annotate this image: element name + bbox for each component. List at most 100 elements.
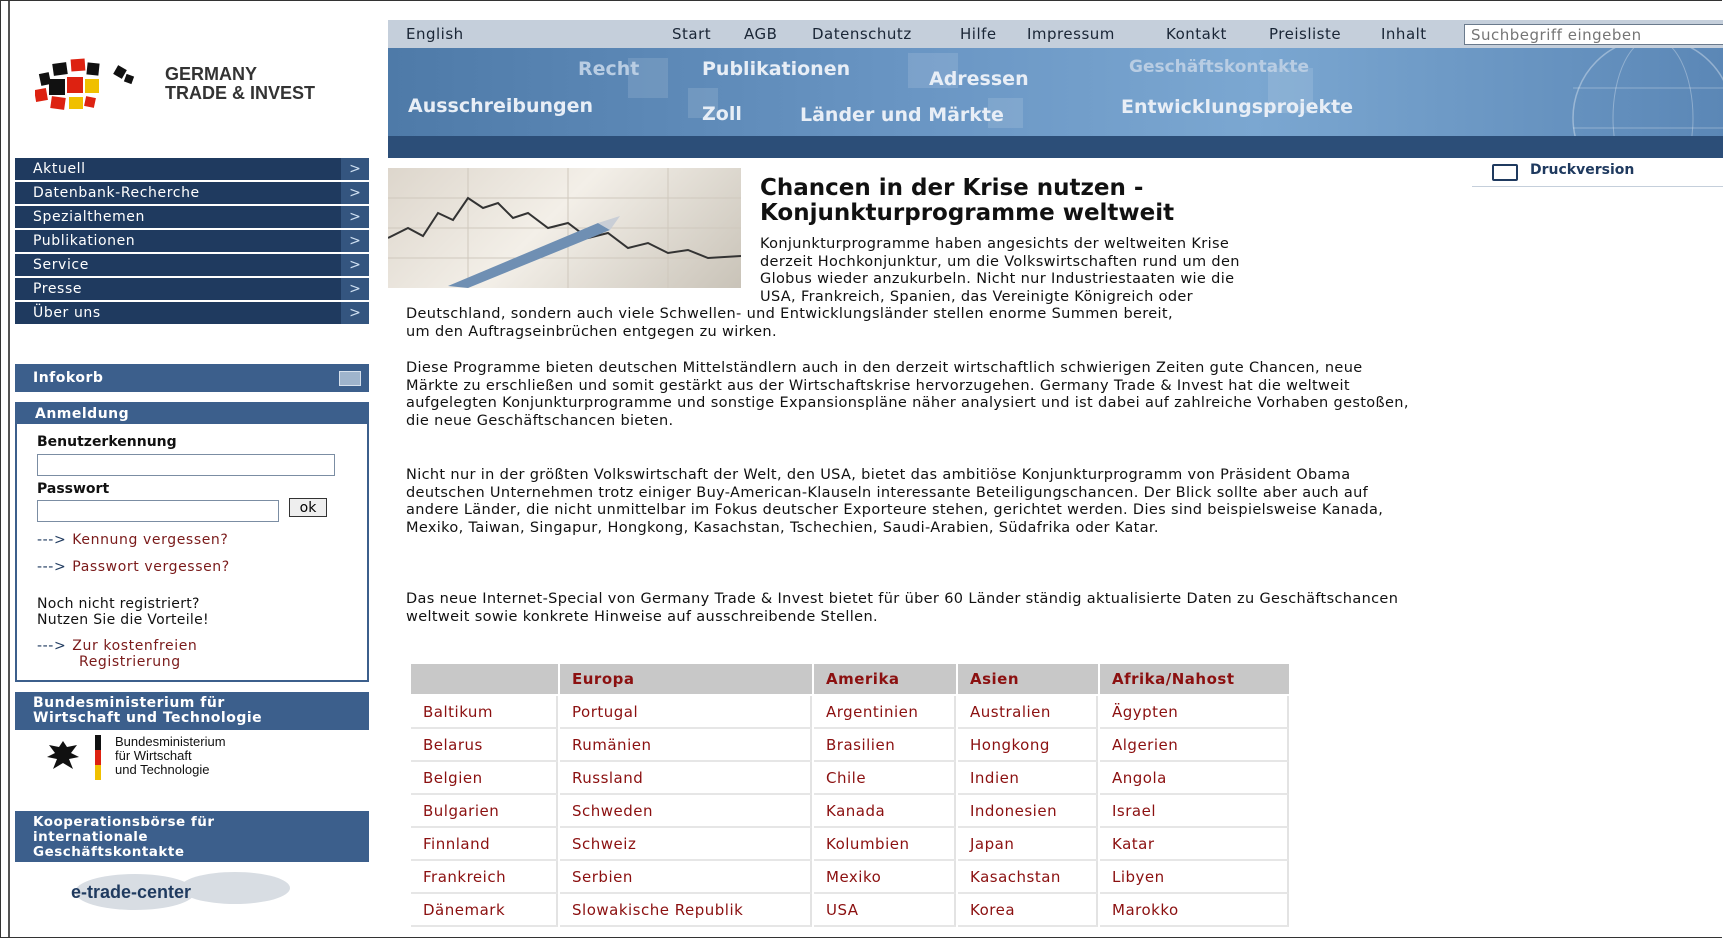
article-paragraph-2: Diese Programme bieten deutschen Mittels… (406, 360, 1409, 429)
country-link[interactable]: Schweiz (560, 828, 812, 861)
table-row: Frankreich Serbien Mexiko Kasachstan Lib… (411, 861, 1289, 894)
sidebar-item-publikationen[interactable]: Publikationen > (15, 230, 369, 252)
country-link[interactable]: Libyen (1100, 861, 1289, 894)
link-arrow-icon: ---> (37, 559, 67, 575)
country-link[interactable]: Kanada (814, 795, 956, 828)
country-link[interactable]: Australien (958, 696, 1098, 729)
forgot-id-link[interactable]: ---> Kennung vergessen? (37, 532, 228, 548)
forgot-password-link[interactable]: ---> Passwort vergessen? (37, 559, 230, 575)
banner-link-entwicklungsprojekte[interactable]: Entwicklungsprojekte (1121, 96, 1353, 118)
chevron-right-icon: > (341, 278, 369, 300)
stock-chart-image (388, 168, 741, 288)
bmwi-header[interactable]: Bundesministerium für Wirtschaft und Tec… (15, 692, 369, 730)
chart-pen-image (388, 168, 741, 288)
banner-link-geschaeftskontakte[interactable]: Geschäftskontakte (1129, 57, 1309, 77)
country-link[interactable]: USA (814, 894, 956, 927)
table-row: Baltikum Portugal Argentinien Australien… (411, 696, 1289, 729)
country-link[interactable]: Belgien (411, 762, 558, 795)
password-input[interactable] (37, 500, 279, 522)
language-link[interactable]: English (406, 25, 464, 43)
column-amerika: Amerika (814, 664, 956, 696)
country-link[interactable]: Kolumbien (814, 828, 956, 861)
table-row: Bulgarien Schweden Kanada Indonesien Isr… (411, 795, 1289, 828)
country-link[interactable]: Russland (560, 762, 812, 795)
column-afrika-nahost: Afrika/Nahost (1100, 664, 1289, 696)
banner-link-adressen[interactable]: Adressen (929, 68, 1029, 90)
country-link[interactable]: Belarus (411, 729, 558, 762)
country-link[interactable]: Bulgarien (411, 795, 558, 828)
banner-link-publikationen[interactable]: Publikationen (702, 58, 850, 80)
country-link[interactable]: Argentinien (814, 696, 956, 729)
article-intro: Konjunkturprogramme haben angesichts der… (760, 236, 1240, 305)
country-link[interactable]: Slowakische Republik (560, 894, 812, 927)
register-link[interactable]: ---> Zur kostenfreien Registrierung (37, 638, 197, 670)
koop-header[interactable]: Kooperationsbörse für internationale Ges… (15, 811, 369, 863)
country-link[interactable]: Finnland (411, 828, 558, 861)
country-link[interactable]: Portugal (560, 696, 812, 729)
country-link[interactable]: Chile (814, 762, 956, 795)
sidebar-item-datenbank[interactable]: Datenbank-Recherche > (15, 182, 369, 204)
table-row: Belarus Rumänien Brasilien Hongkong Alge… (411, 729, 1289, 762)
banner-link-recht[interactable]: Recht (578, 58, 639, 80)
country-link[interactable]: Ägypten (1100, 696, 1289, 729)
e-trade-center-label: e-trade-center (71, 882, 192, 902)
country-link[interactable]: Dänemark (411, 894, 558, 927)
banner-link-zoll[interactable]: Zoll (702, 103, 742, 125)
sidebar-item-ueber-uns[interactable]: Über uns > (15, 302, 369, 324)
country-link[interactable]: Baltikum (411, 696, 558, 729)
top-link-agb[interactable]: AGB (744, 25, 777, 43)
sidebar-item-presse[interactable]: Presse > (15, 278, 369, 300)
country-link[interactable]: Serbien (560, 861, 812, 894)
country-link[interactable]: Mexiko (814, 861, 956, 894)
country-link[interactable]: Indonesien (958, 795, 1098, 828)
table-row: Belgien Russland Chile Indien Angola (411, 762, 1289, 795)
top-link-start[interactable]: Start (672, 25, 711, 43)
password-label: Passwort (37, 481, 110, 497)
bmwi-logo[interactable]: Bundesministerium für Wirtschaft und Tec… (40, 735, 290, 797)
sidebar-item-service[interactable]: Service > (15, 254, 369, 276)
country-table: Europa Amerika Asien Afrika/Nahost Balti… (409, 664, 1291, 927)
banner-link-laender[interactable]: Länder und Märkte (800, 104, 1004, 126)
eagle-icon (47, 741, 79, 769)
username-input[interactable] (37, 454, 335, 476)
world-map-icon (75, 872, 290, 910)
country-link[interactable]: Katar (1100, 828, 1289, 861)
country-link[interactable]: Israel (1100, 795, 1289, 828)
top-link-preisliste[interactable]: Preisliste (1269, 25, 1341, 43)
link-arrow-icon: ---> (37, 638, 67, 654)
country-link[interactable]: Brasilien (814, 729, 956, 762)
top-link-kontakt[interactable]: Kontakt (1166, 25, 1227, 43)
chevron-right-icon: > (341, 182, 369, 204)
country-link[interactable]: Indien (958, 762, 1098, 795)
country-link[interactable]: Hongkong (958, 729, 1098, 762)
sidebar-item-spezialthemen[interactable]: Spezialthemen > (15, 206, 369, 228)
gtai-logo[interactable]: GERMANY TRADE & INVEST (35, 55, 365, 125)
country-link[interactable]: Frankreich (411, 861, 558, 894)
top-link-datenschutz[interactable]: Datenschutz (812, 25, 912, 43)
country-link[interactable]: Rumänien (560, 729, 812, 762)
country-link[interactable]: Schweden (560, 795, 812, 828)
chevron-right-icon: > (341, 206, 369, 228)
top-link-inhalt[interactable]: Inhalt (1381, 25, 1427, 43)
country-link[interactable]: Algerien (1100, 729, 1289, 762)
country-link[interactable]: Marokko (1100, 894, 1289, 927)
country-link[interactable]: Angola (1100, 762, 1289, 795)
country-link[interactable]: Kasachstan (958, 861, 1098, 894)
top-link-impressum[interactable]: Impressum (1027, 25, 1115, 43)
e-trade-center-banner[interactable]: e-trade-center (15, 862, 369, 922)
username-label: Benutzerkennung (37, 434, 177, 450)
search-input[interactable] (1464, 24, 1723, 45)
banner-nav: Recht Publikationen Adressen Geschäftsko… (388, 48, 1723, 158)
chevron-right-icon: > (341, 254, 369, 276)
banner-link-ausschreibungen[interactable]: Ausschreibungen (408, 95, 593, 117)
chevron-right-icon: > (341, 302, 369, 324)
sidebar-item-aktuell[interactable]: Aktuell > (15, 158, 369, 180)
login-ok-button[interactable]: ok (289, 498, 327, 517)
top-link-hilfe[interactable]: Hilfe (960, 25, 997, 43)
link-arrow-icon: ---> (37, 532, 67, 548)
country-link[interactable]: Korea (958, 894, 1098, 927)
country-link[interactable]: Japan (958, 828, 1098, 861)
table-header-row: Europa Amerika Asien Afrika/Nahost (411, 664, 1289, 696)
print-version-link[interactable]: Druckversion (1472, 160, 1723, 187)
infokorb-header[interactable]: Infokorb (15, 364, 369, 392)
